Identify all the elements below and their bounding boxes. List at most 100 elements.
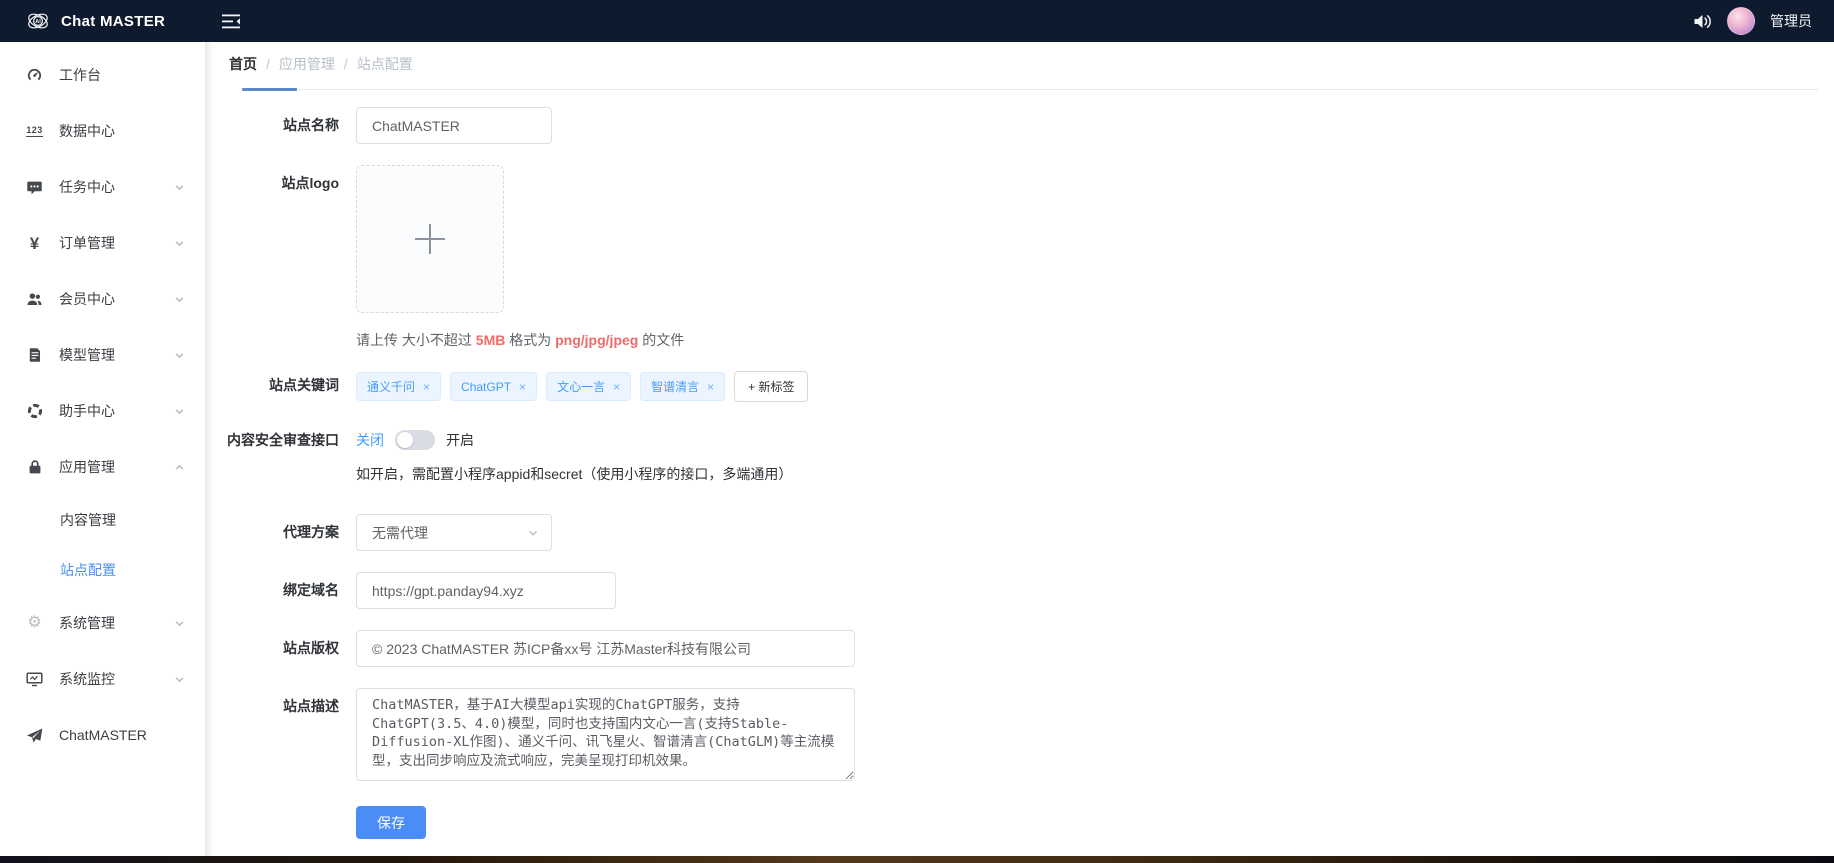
- description-label: 站点描述: [283, 698, 339, 714]
- toggle-off-label[interactable]: 关闭: [356, 430, 384, 450]
- proxy-select[interactable]: 无需代理: [356, 514, 552, 551]
- keyword-tag[interactable]: 文心一言 ×: [546, 372, 632, 401]
- breadcrumb-app-management[interactable]: 应用管理: [279, 54, 335, 74]
- plus-icon: [415, 224, 445, 254]
- keyword-tag[interactable]: 通义千问 ×: [356, 372, 442, 401]
- hint-formats: png/jpg/jpeg: [555, 332, 639, 348]
- breadcrumb-site-config[interactable]: 站点配置: [357, 54, 413, 74]
- remove-tag-icon[interactable]: ×: [707, 381, 714, 393]
- site-keywords-row: 站点关键词 通义千问 × ChatGPT × 文心一言 × 智谱清言 × + 新…: [206, 371, 1834, 402]
- proxy-selected-value: 无需代理: [372, 524, 428, 541]
- content-audit-note: 如开启，需配置小程序appid和secret（使用小程序的接口，多端通用）: [356, 466, 793, 482]
- save-row: 保存: [206, 806, 1834, 839]
- breadcrumb-separator: /: [343, 55, 348, 72]
- breadcrumb-separator: /: [266, 55, 270, 72]
- sidebar-item-label: 助手中心: [59, 403, 115, 419]
- remove-tag-icon[interactable]: ×: [613, 381, 620, 393]
- logo-ai-text: AI: [35, 19, 41, 25]
- domain-input[interactable]: [356, 572, 616, 609]
- keyword-tag-label: 通义千问: [367, 380, 416, 394]
- sidebar-item-label: 模型管理: [59, 347, 115, 363]
- sidebar-item-workbench[interactable]: 工作台: [0, 47, 205, 103]
- description-row: 站点描述 ChatMASTER，基于AI大模型api实现的ChatGPT服务，支…: [206, 688, 1834, 781]
- sidebar-subitem-label: 站点配置: [60, 562, 116, 578]
- sidebar-item-label: ChatMASTER: [59, 727, 147, 743]
- sidebar-subitem-site-config[interactable]: 站点配置: [0, 545, 205, 595]
- app-logo-icon: AI: [26, 9, 50, 33]
- sidebar: 工作台 123 数据中心 任务中心 ¥ 订单管理 会员中心 模型管理 助手中心 …: [0, 42, 206, 863]
- content-audit-label: 内容安全审查接口: [227, 432, 339, 448]
- sidebar-item-label: 数据中心: [59, 123, 115, 139]
- lifebuoy-icon: [25, 403, 44, 419]
- toggle-knob: [397, 432, 413, 448]
- site-name-label: 站点名称: [283, 117, 339, 133]
- sidebar-item-label: 工作台: [59, 67, 101, 83]
- sidebar-item-member-center[interactable]: 会员中心: [0, 271, 205, 327]
- remove-tag-icon[interactable]: ×: [519, 381, 526, 393]
- active-tab-underline[interactable]: [242, 88, 297, 91]
- dashboard-icon: [25, 67, 44, 84]
- sidebar-item-order-management[interactable]: ¥ 订单管理: [0, 215, 205, 271]
- site-keywords-label: 站点关键词: [269, 377, 339, 393]
- keyword-tag-label: 文心一言: [557, 380, 606, 394]
- gear-icon: ⚙: [27, 614, 42, 631]
- hint-max-size: 5MB: [475, 332, 506, 348]
- site-config-form: 站点名称 站点logo 请上传 大小不超过 5MB 格式为 png/jpg/jp…: [206, 90, 1834, 839]
- keyword-tag[interactable]: 智谱清言 ×: [640, 372, 726, 401]
- sidebar-item-app-management[interactable]: 应用管理: [0, 439, 205, 495]
- chat-bubble-icon: [25, 179, 44, 196]
- monitor-icon: [25, 671, 44, 687]
- domain-row: 绑定域名: [206, 572, 1834, 609]
- document-icon: [25, 347, 44, 363]
- sidebar-item-assistant-center[interactable]: 助手中心: [0, 383, 205, 439]
- sidebar-item-model-management[interactable]: 模型管理: [0, 327, 205, 383]
- remove-tag-icon[interactable]: ×: [423, 381, 430, 393]
- sidebar-subitem-content-management[interactable]: 内容管理: [0, 495, 205, 545]
- site-name-input[interactable]: [356, 107, 552, 144]
- sidebar-item-system-monitor[interactable]: 系统监控: [0, 651, 205, 707]
- sidebar-item-label: 系统管理: [59, 615, 115, 631]
- breadcrumb: 首页 / 应用管理 / 站点配置: [206, 42, 1834, 85]
- content-audit-toggle[interactable]: [395, 430, 435, 450]
- lock-icon: [25, 459, 44, 475]
- chevron-down-icon: [174, 182, 185, 193]
- copyright-row: 站点版权: [206, 630, 1834, 667]
- brand[interactable]: AI Chat MASTER: [26, 9, 204, 33]
- chevron-up-icon: [174, 462, 185, 473]
- sidebar-item-label: 订单管理: [59, 235, 115, 251]
- logo-upload-hint: 请上传 大小不超过 5MB 格式为 png/jpg/jpeg 的文件: [356, 332, 685, 348]
- brand-title: Chat MASTER: [61, 12, 166, 30]
- breadcrumb-home[interactable]: 首页: [229, 54, 257, 74]
- yen-icon: ¥: [29, 233, 40, 253]
- site-logo-label: 站点logo: [281, 175, 339, 191]
- sidebar-item-system-management[interactable]: ⚙ 系统管理: [0, 595, 205, 651]
- tab-bar: [242, 85, 1818, 91]
- logo-upload-dropzone[interactable]: [356, 165, 504, 313]
- main-content: 首页 / 应用管理 / 站点配置 站点名称 站点logo 请上: [206, 42, 1834, 863]
- copyright-input[interactable]: [356, 630, 855, 667]
- keyword-tag[interactable]: ChatGPT ×: [450, 372, 538, 401]
- user-name[interactable]: 管理员: [1770, 11, 1812, 31]
- add-tag-button[interactable]: + 新标签: [734, 371, 809, 402]
- keyword-tag-label: 智谱清言: [651, 380, 700, 394]
- sidebar-item-data-center[interactable]: 123 数据中心: [0, 103, 205, 159]
- sidebar-item-chatmaster[interactable]: ChatMASTER: [0, 707, 205, 763]
- description-textarea[interactable]: ChatMASTER，基于AI大模型api实现的ChatGPT服务，支持Chat…: [356, 688, 855, 781]
- chevron-down-icon: [174, 674, 185, 685]
- bottom-edge-strip: [0, 856, 1834, 863]
- copyright-label: 站点版权: [283, 640, 339, 656]
- chevron-down-icon: [174, 238, 185, 249]
- notification-sound-icon[interactable]: [1693, 13, 1712, 30]
- sidebar-item-label: 系统监控: [59, 671, 115, 687]
- sidebar-subitem-label: 内容管理: [60, 512, 116, 528]
- domain-label: 绑定域名: [283, 582, 339, 598]
- content-audit-row: 内容安全审查接口 关闭 开启: [206, 428, 1834, 452]
- site-name-row: 站点名称: [206, 107, 1834, 144]
- sidebar-item-task-center[interactable]: 任务中心: [0, 159, 205, 215]
- sidebar-collapse-button[interactable]: [222, 14, 241, 29]
- proxy-row: 代理方案 无需代理: [206, 514, 1834, 551]
- toggle-on-label[interactable]: 开启: [446, 430, 474, 450]
- chevron-down-icon: [174, 350, 185, 361]
- save-button[interactable]: 保存: [356, 806, 426, 839]
- user-avatar[interactable]: [1727, 7, 1755, 35]
